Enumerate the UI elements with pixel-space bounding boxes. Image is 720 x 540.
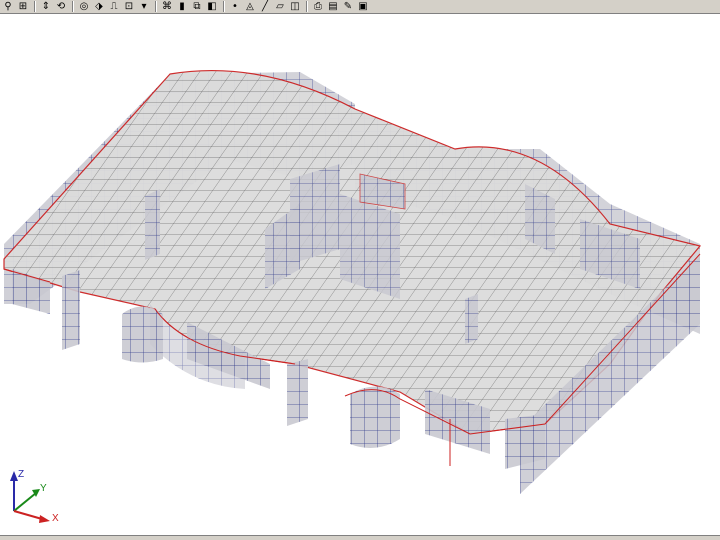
point-icon[interactable]: •	[228, 0, 242, 13]
layers-icon[interactable]: ⧉	[190, 0, 204, 13]
axis-triad: Z Y X	[6, 469, 66, 529]
status-bar	[0, 535, 720, 540]
zoom-window-icon[interactable]: ⊞	[16, 0, 30, 13]
round-column-2	[350, 386, 400, 448]
view-elevation-icon[interactable]: ⎍	[107, 0, 121, 13]
area-icon[interactable]: ▱	[273, 0, 287, 13]
report-icon[interactable]: ▤	[326, 0, 340, 13]
solid-icon[interactable]: ◫	[288, 0, 302, 13]
line-icon[interactable]: ╱	[258, 0, 272, 13]
view-options-icon[interactable]: ⊡	[122, 0, 136, 13]
shell-icon[interactable]: ◧	[205, 0, 219, 13]
axis-label-x: X	[52, 513, 59, 524]
dropdown-arrow-icon[interactable]: ▾	[137, 0, 151, 13]
toolbar-separator	[72, 1, 74, 12]
pan-icon[interactable]: ⇕	[39, 0, 53, 13]
axis-label-z: Z	[18, 469, 25, 480]
view-3d-icon[interactable]: ◎	[77, 0, 91, 13]
rotate-icon[interactable]: ⟲	[54, 0, 68, 13]
extrude-icon[interactable]: ▮	[175, 0, 189, 13]
view-plan-icon[interactable]: ⬗	[92, 0, 106, 13]
analysis-icon[interactable]: ✎	[341, 0, 355, 13]
mesh-icon[interactable]: ◬	[243, 0, 257, 13]
structural-model[interactable]	[0, 14, 720, 540]
zoom-in-icon[interactable]: ⚲	[1, 0, 15, 13]
print-icon[interactable]: ⎙	[311, 0, 325, 13]
run-icon[interactable]: ▣	[356, 0, 370, 13]
toolbar-separator	[34, 1, 36, 12]
model-viewport[interactable]: Z Y X	[0, 14, 720, 540]
draw-frame-icon[interactable]: ⌘	[160, 0, 174, 13]
toolbar-separator	[155, 1, 157, 12]
toolbar: ⚲ ⊞ ⇕ ⟲ ◎ ⬗ ⎍ ⊡ ▾ ⌘ ▮ ⧉ ◧ • ◬ ╱ ▱ ◫ ⎙ ▤ ✎ ▣	[0, 0, 720, 14]
toolbar-separator	[306, 1, 308, 12]
axis-label-y: Y	[40, 483, 47, 494]
toolbar-separator	[223, 1, 225, 12]
